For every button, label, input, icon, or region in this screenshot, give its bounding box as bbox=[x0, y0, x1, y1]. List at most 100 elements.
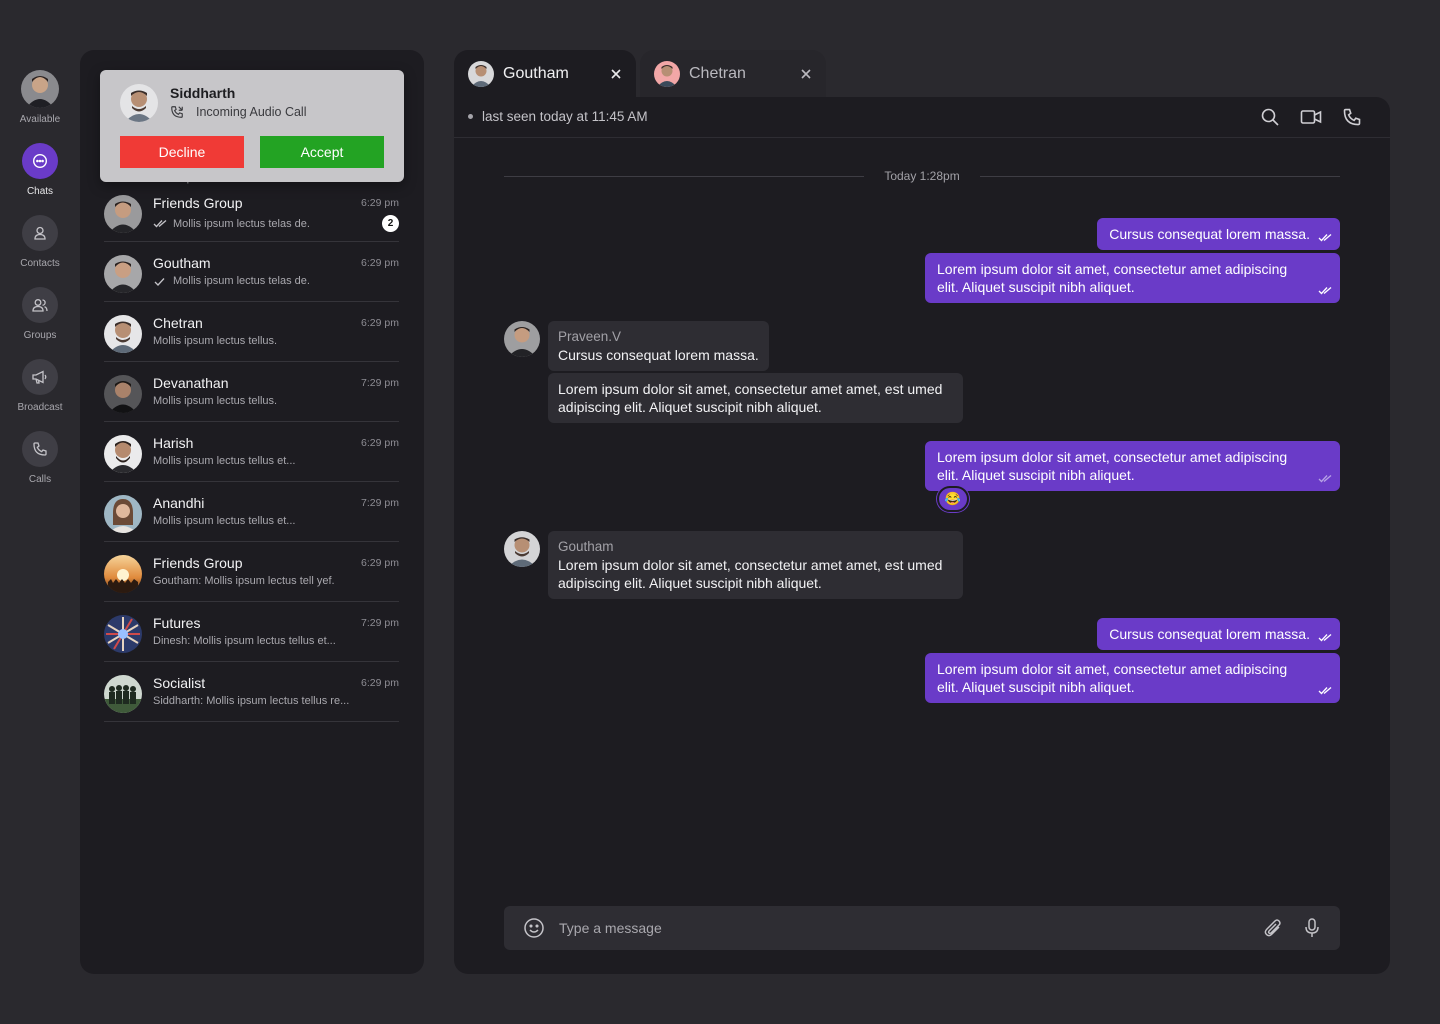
reaction-emoji[interactable]: 😂 bbox=[937, 486, 969, 512]
message-input[interactable] bbox=[559, 920, 1262, 936]
avatar bbox=[104, 495, 142, 533]
last-seen-status: last seen today at 11:45 AM bbox=[468, 109, 648, 124]
nav-label-contacts: Contacts bbox=[20, 258, 60, 269]
conversation-panel: last seen today at 11:45 AM Today 1:28pm… bbox=[454, 97, 1390, 974]
header-actions bbox=[1260, 107, 1362, 127]
status-text: last seen today at 11:45 AM bbox=[482, 109, 648, 124]
date-separator: Today 1:28pm bbox=[504, 169, 1341, 183]
double-check-icon bbox=[153, 219, 168, 228]
avatar bbox=[104, 255, 142, 293]
chat-row-chetran[interactable]: Chetran 6:29 pm Mollis ipsum lectus tellu… bbox=[104, 302, 399, 362]
nav-item-chats[interactable]: Chats bbox=[0, 143, 80, 197]
message-incoming[interactable]: Goutham Lorem ipsum dolor sit amet, cons… bbox=[548, 531, 963, 599]
chat-row-anandhi[interactable]: Anandhi 7:29 pm Mollis ipsum lectus tellu… bbox=[104, 482, 399, 542]
avatar bbox=[104, 435, 142, 473]
message-outgoing[interactable]: Lorem ipsum dolor sit amet, consectetur … bbox=[925, 253, 1340, 303]
message-text: Cursus consequat lorem massa. bbox=[1109, 626, 1310, 642]
status-dot bbox=[468, 114, 473, 119]
phone-icon[interactable] bbox=[1342, 107, 1362, 127]
chat-bubble-icon bbox=[22, 143, 58, 179]
incoming-call-icon bbox=[170, 105, 190, 119]
incoming-call-card: Siddharth Incoming Audio Call Decline Ac… bbox=[100, 70, 404, 182]
tab-label: Chetran bbox=[689, 65, 746, 82]
chat-row-futures[interactable]: Futures 7:29 pm Dinesh: Mollis ipsum lect… bbox=[104, 602, 399, 662]
double-check-icon bbox=[1318, 628, 1333, 646]
tab-label: Goutham bbox=[503, 65, 569, 82]
chat-row-name: Chetran bbox=[153, 315, 203, 331]
message-outgoing[interactable]: Lorem ipsum dolor sit amet, consectetur … bbox=[925, 441, 1340, 491]
call-subtitle: Incoming Audio Call bbox=[170, 105, 306, 119]
emoji-icon[interactable] bbox=[523, 917, 545, 939]
caller-name: Siddharth bbox=[170, 85, 236, 101]
nav-item-contacts[interactable]: Contacts bbox=[0, 215, 80, 269]
chat-row-time: 6:29 pm bbox=[361, 317, 399, 329]
chat-row-time: 6:29 pm bbox=[361, 677, 399, 689]
chat-row-preview: Mollis ipsum lectus tellus et... bbox=[153, 515, 296, 527]
message-text: Lorem ipsum dolor sit amet, consectetur … bbox=[937, 661, 1288, 695]
avatar bbox=[104, 315, 142, 353]
nav-item-available[interactable]: Available bbox=[0, 70, 80, 125]
close-icon[interactable] bbox=[610, 67, 622, 85]
call-subtitle-text: Incoming Audio Call bbox=[196, 105, 307, 119]
unread-badge: 2 bbox=[382, 215, 399, 232]
chat-row-name: Goutham bbox=[153, 255, 211, 271]
chat-row-goutham[interactable]: Goutham 6:29 pm Mollis ipsum lectus telas… bbox=[104, 242, 399, 302]
message-incoming[interactable]: Praveen.V Cursus consequat lorem massa. bbox=[548, 321, 769, 371]
chat-row-harish[interactable]: Harish 6:29 pm Mollis ipsum lectus tellus… bbox=[104, 422, 399, 482]
double-check-icon bbox=[1318, 681, 1333, 699]
group-icon bbox=[22, 287, 58, 323]
message-outgoing[interactable]: Cursus consequat lorem massa. bbox=[1097, 218, 1340, 250]
microphone-icon[interactable] bbox=[1302, 917, 1322, 939]
nav-label-groups: Groups bbox=[23, 330, 57, 341]
close-icon[interactable] bbox=[800, 67, 812, 85]
tab-chetran[interactable]: Chetran bbox=[640, 50, 826, 98]
message-sender: Praveen.V bbox=[558, 329, 622, 344]
check-icon bbox=[153, 277, 168, 286]
chat-row-name: Devanathan bbox=[153, 375, 229, 391]
chat-row-name: Harish bbox=[153, 435, 194, 451]
person-icon bbox=[22, 215, 58, 251]
attachment-icon[interactable] bbox=[1262, 917, 1284, 939]
chat-row-preview: Goutham: Mollis ipsum lectus tell yef. bbox=[153, 575, 335, 587]
chat-row-name: Anandhi bbox=[153, 495, 205, 511]
message-text: Lorem ipsum dolor sit amet, consectetur … bbox=[937, 261, 1288, 295]
chat-row-name: Futures bbox=[153, 615, 201, 631]
video-call-icon[interactable] bbox=[1300, 107, 1322, 127]
chat-row-time: 6:29 pm bbox=[361, 197, 399, 209]
message-incoming[interactable]: Lorem ipsum dolor sit amet, consectetur … bbox=[548, 373, 963, 423]
left-nav: Available Chats Contacts Groups Broadcas… bbox=[0, 70, 80, 503]
chat-row-friends-group-2[interactable]: Friends Group 6:29 pm Goutham: Mollis ips… bbox=[104, 542, 399, 602]
decline-button[interactable]: Decline bbox=[120, 136, 244, 168]
double-check-icon bbox=[1318, 469, 1333, 487]
avatar bbox=[104, 675, 142, 713]
message-text: Lorem ipsum dolor sit amet, consectetur … bbox=[558, 381, 943, 415]
chat-row-devanathan[interactable]: Devanathan 7:29 pm Mollis ipsum lectus te… bbox=[104, 362, 399, 422]
chat-list: Friends Group 6:29 pm Mollis ipsum lectus… bbox=[104, 182, 399, 722]
chat-row-preview: Mollis ipsum lectus tellus. bbox=[153, 395, 278, 407]
avatar bbox=[104, 615, 142, 653]
accept-button[interactable]: Accept bbox=[260, 136, 384, 168]
chat-row-name: Socialist bbox=[153, 675, 206, 691]
header-divider bbox=[454, 137, 1390, 138]
user-avatar bbox=[21, 70, 59, 108]
message-text: Cursus consequat lorem massa. bbox=[1109, 226, 1310, 242]
chat-list-panel: Mollis ipsum lectus. Friends Group6:29 p… bbox=[80, 50, 424, 974]
nav-item-broadcast[interactable]: Broadcast bbox=[0, 359, 80, 413]
nav-item-calls[interactable]: Calls bbox=[0, 431, 80, 485]
tab-avatar bbox=[468, 61, 494, 87]
caller-avatar bbox=[120, 84, 158, 122]
nav-label-available: Available bbox=[19, 114, 61, 125]
search-icon[interactable] bbox=[1260, 107, 1280, 127]
tab-goutham[interactable]: Goutham bbox=[454, 50, 636, 98]
message-outgoing[interactable]: Cursus consequat lorem massa. bbox=[1097, 618, 1340, 650]
chat-row-friends-group[interactable]: Friends Group 6:29 pm Mollis ipsum lectus… bbox=[104, 182, 399, 242]
message-outgoing[interactable]: Lorem ipsum dolor sit amet, consectetur … bbox=[925, 653, 1340, 703]
chat-row-socialist[interactable]: Socialist 6:29 pm Siddharth: Mollis ipsum… bbox=[104, 662, 399, 722]
tab-avatar bbox=[654, 61, 680, 87]
chat-row-time: 7:29 pm bbox=[361, 617, 399, 629]
message-text: Lorem ipsum dolor sit amet, consectetur … bbox=[937, 449, 1288, 483]
chat-row-name: Friends Group bbox=[153, 195, 243, 211]
double-check-icon bbox=[1318, 228, 1333, 246]
phone-icon bbox=[22, 431, 58, 467]
nav-item-groups[interactable]: Groups bbox=[0, 287, 80, 341]
